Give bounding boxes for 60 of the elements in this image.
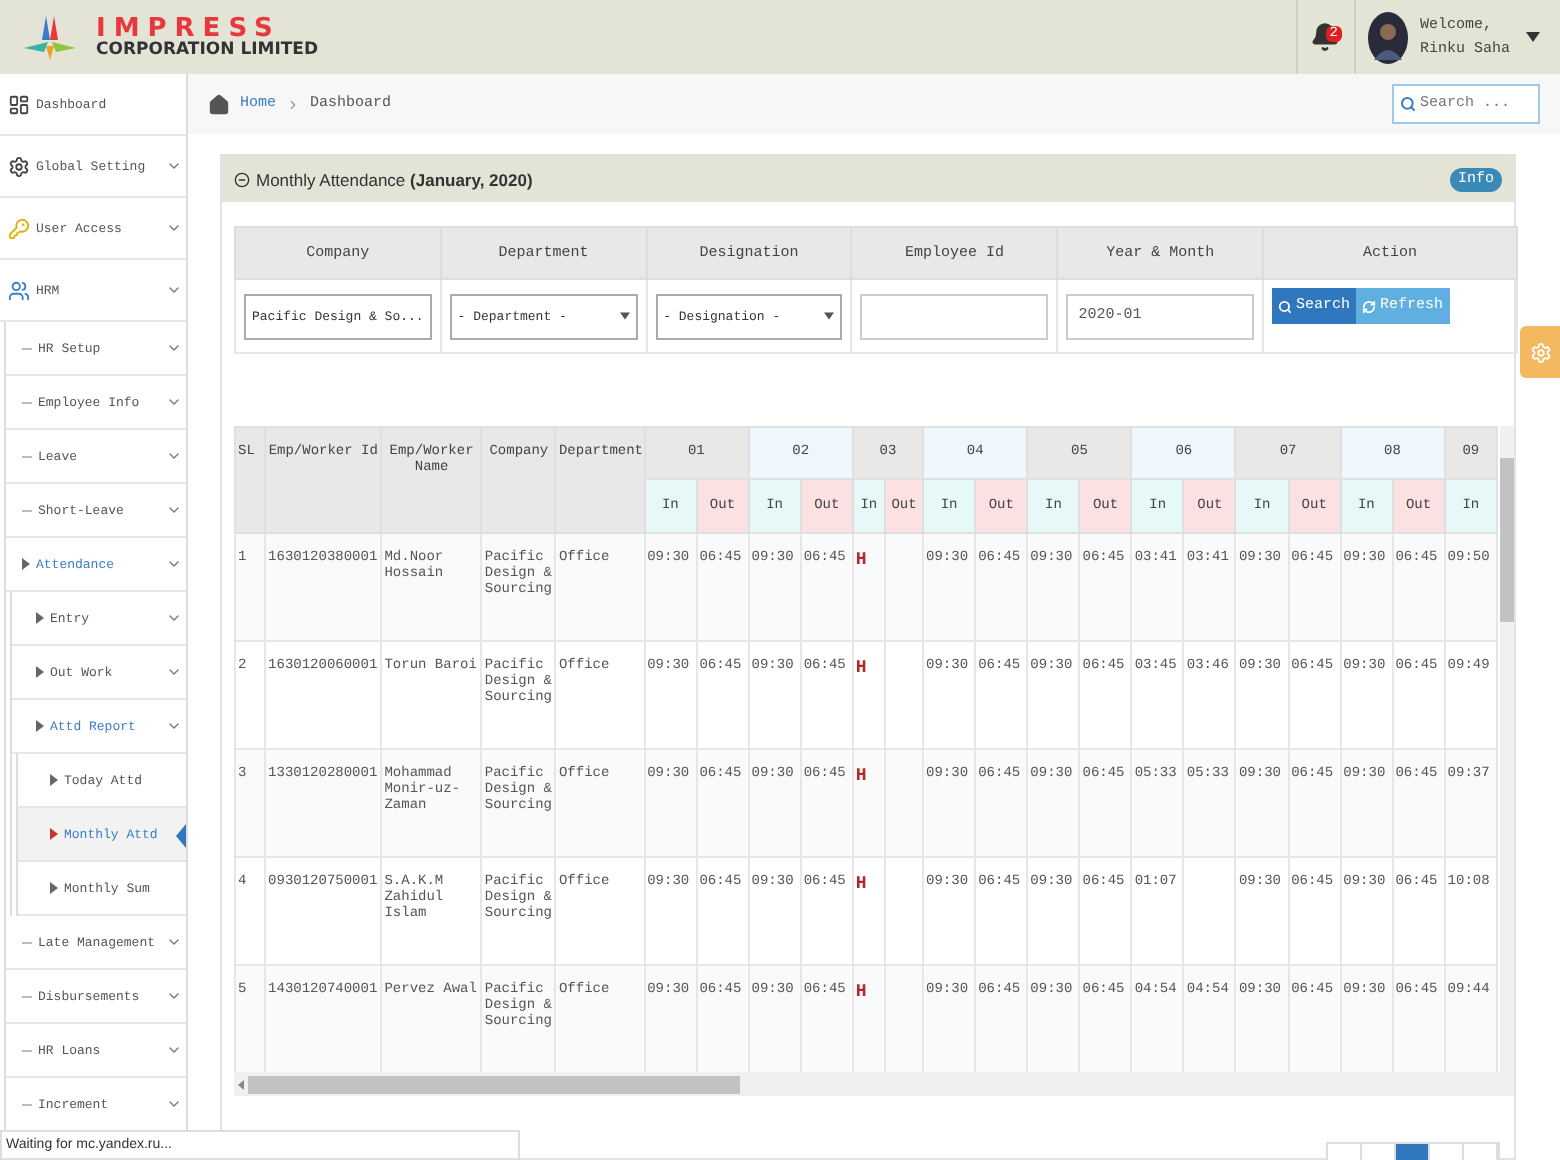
bullet-icon [36,612,44,624]
time-cell [1183,857,1236,965]
caret-down-icon [619,312,630,320]
bullet-icon [22,558,30,570]
chevron-down-icon [166,282,182,298]
notch-icon [176,824,186,848]
menu-item-icon [8,217,30,239]
holiday-mark: H [855,550,867,570]
tree-dash-icon [22,509,32,511]
menu-item-icon [8,93,30,115]
bullet-icon [50,828,58,840]
chevron-down-icon [166,718,182,734]
menu-item-icon [8,155,30,177]
search-icon [1278,299,1292,313]
bullet-icon [50,882,58,894]
chevron-down-icon [166,610,182,626]
refresh-icon [1362,299,1377,313]
tree-dash-icon [22,995,32,997]
scroll-left-icon [238,1079,244,1089]
chevron-down-icon [166,556,182,572]
chevron-down-icon [166,340,182,356]
brand-subtitle: CORPORATION LIMITED [96,41,319,59]
holiday-mark: H [855,658,867,678]
chevron-down-icon [166,158,182,174]
horizontal-scrollbar[interactable] [234,1072,1500,1096]
chevron-down-icon [166,448,182,464]
chevron-down-icon [166,988,182,1004]
caret-down-icon [1526,32,1540,42]
brand-name: IMPRESS [96,15,281,42]
bullet-icon [36,666,44,678]
chevron-down-icon [166,1042,182,1058]
home-icon [208,93,230,115]
settings-icon [1529,341,1551,363]
bullet-icon [50,774,58,786]
avatar[interactable] [1367,11,1408,63]
chevron-right-icon [286,97,301,111]
chevron-down-icon [166,220,182,236]
search-icon [1400,96,1416,112]
tree-dash-icon [22,347,32,349]
chevron-down-icon [166,1096,182,1112]
tree-dash-icon [22,455,32,457]
holiday-mark: H [855,982,867,1002]
collapse-icon [234,171,250,187]
chevron-down-icon [166,664,182,680]
tree-dash-icon [22,941,32,943]
tree-dash-icon [22,401,32,403]
employee-id-field[interactable] [860,293,1049,339]
bullet-icon [36,720,44,732]
settings-tab[interactable] [1520,326,1560,378]
chevron-down-icon [166,934,182,950]
chevron-down-icon [166,502,182,518]
panel-title: Monthly Attendance (January, 2020) [256,169,535,189]
tree-dash-icon [22,1103,32,1105]
holiday-mark: H [855,874,867,894]
caret-down-icon [824,312,835,320]
chevron-down-icon [166,394,182,410]
holiday-mark: H [855,766,867,786]
tree-dash-icon [22,1049,32,1051]
menu-item-icon [8,279,30,301]
vertical-scrollbar[interactable] [1500,426,1514,1096]
